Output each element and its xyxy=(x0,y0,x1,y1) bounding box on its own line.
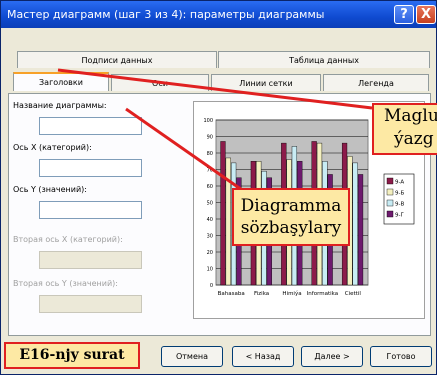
callout-pointer-data-labels xyxy=(57,68,373,110)
callout-pointer-headings xyxy=(125,107,246,194)
data-labels-callout-line1: Maglu xyxy=(384,106,437,126)
data-labels-callout-line2: ýazg xyxy=(394,129,434,149)
figure-label: E16-njy surat xyxy=(4,342,140,369)
data-labels-callout: Maglu ýazg xyxy=(372,103,437,155)
headings-callout: Diagramma sözbaşylary xyxy=(232,188,350,246)
annotation-lines xyxy=(57,68,373,194)
